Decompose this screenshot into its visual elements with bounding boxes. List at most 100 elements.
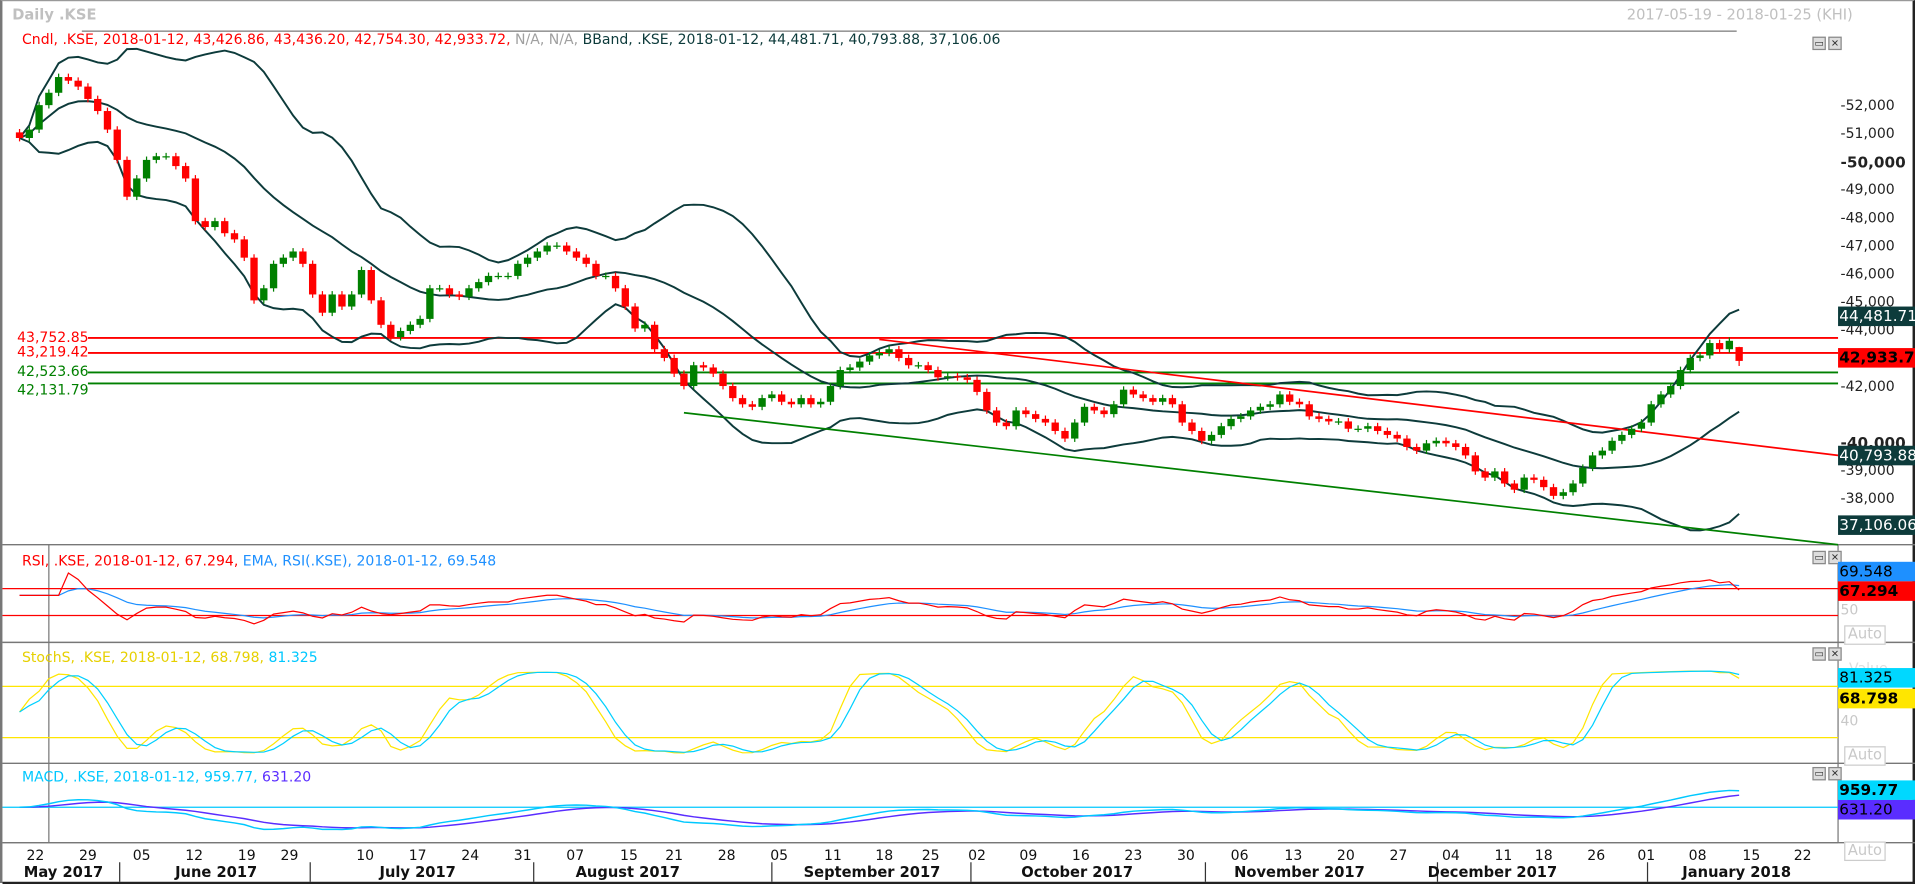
candle-body (904, 357, 913, 366)
candle-body (1559, 492, 1567, 496)
price-tick-label: -52,000 (1840, 96, 1895, 114)
price-tick-label: -51,000 (1840, 124, 1895, 142)
candle-body (475, 282, 483, 289)
candle-body (611, 275, 620, 289)
candle-body (1432, 440, 1440, 444)
candle-body (1510, 483, 1519, 490)
candle-body (15, 132, 24, 138)
candle-body (1149, 398, 1157, 402)
candle-body (504, 275, 512, 278)
stoch-legend-text: StochS, .KSE, 2018-01-12, 68.798, (21, 648, 265, 666)
candle-body (142, 159, 151, 179)
macd-signal-legend-text: 631.20 (262, 768, 312, 786)
price-tick-label: -38,000 (1840, 489, 1895, 507)
rsi-ema-value: 69.548 (1838, 561, 1915, 582)
candle-body (1422, 443, 1431, 451)
candle-body (1041, 418, 1050, 423)
price-tick-label: -50,000 (1840, 152, 1906, 171)
candle-body (680, 373, 688, 387)
candle-body (328, 294, 336, 313)
candle-body (1325, 418, 1333, 422)
candle-body (455, 294, 463, 297)
maximize-icon[interactable]: ▭ (1812, 550, 1826, 565)
candle-body (172, 156, 180, 167)
candle-body (1637, 422, 1646, 429)
day-tick-label: 04 (1441, 846, 1460, 864)
month-label: May 2017 (23, 863, 104, 881)
day-tick-label: 25 (921, 846, 940, 864)
candle-body (396, 330, 405, 338)
candle-body (1276, 394, 1284, 405)
macd-auto-button[interactable]: Auto (1844, 841, 1886, 862)
stoch-d-value: 68.798 (1838, 688, 1915, 709)
candle-body (221, 221, 229, 234)
candle-body (1618, 434, 1626, 441)
candle-body (670, 357, 678, 374)
candle-body (299, 251, 307, 264)
day-tick-label: 24 (461, 846, 480, 864)
candle-body (1608, 440, 1616, 451)
candle-body (650, 324, 659, 350)
candle-body (357, 270, 366, 295)
candle-body (1266, 404, 1274, 407)
maximize-icon[interactable]: ▭ (1812, 647, 1826, 661)
candle-body (133, 178, 141, 197)
candle-body (514, 263, 522, 276)
candle-body (1227, 418, 1235, 427)
candle-body (1442, 440, 1450, 444)
macd-signal-value: 631.20 (1838, 799, 1915, 820)
candle-body (719, 373, 727, 387)
candle-body (553, 245, 561, 247)
candle-body (1090, 406, 1098, 411)
candle-body (934, 370, 942, 378)
bollinger-upper-band (18, 47, 1740, 434)
candle-body (1217, 426, 1225, 435)
candle-body (1207, 434, 1216, 441)
candle-body (338, 294, 346, 307)
bollinger-lower-band (19, 137, 1740, 532)
close-icon[interactable]: ✕ (1828, 766, 1842, 781)
candle-body (1100, 410, 1108, 415)
candle-body (660, 349, 669, 358)
candle-body (924, 365, 932, 371)
candle-body (1696, 355, 1704, 358)
candle-body (1481, 471, 1489, 478)
level-label: 42,523.66 (17, 362, 89, 380)
candle-body (1588, 455, 1597, 468)
candle-body (992, 410, 1001, 423)
day-tick-label: 02 (968, 846, 986, 864)
candle-body (406, 324, 415, 331)
candle-body (768, 394, 776, 399)
candle-body (1540, 479, 1548, 488)
candle-body (211, 221, 219, 228)
close-icon[interactable]: ✕ (1828, 647, 1842, 661)
candle-body (367, 270, 375, 301)
candle-body (709, 367, 717, 374)
day-tick-label: 28 (717, 846, 736, 864)
candle-body (1198, 430, 1206, 441)
candle-body (1647, 404, 1655, 423)
level-label: 42,131.79 (17, 381, 89, 399)
candle-body (1520, 477, 1528, 490)
stoch-auto-button[interactable]: Auto (1844, 746, 1886, 766)
candle-body (1354, 428, 1362, 430)
candle-body (1403, 438, 1411, 447)
macd-legend: MACD, .KSE, 2018-01-12, 959.77, 631.20 (22, 768, 311, 785)
rsi-auto-button[interactable]: Auto (1844, 625, 1886, 645)
price-tick-label: -48,000 (1840, 208, 1895, 226)
candle-body (895, 349, 903, 358)
day-tick-label: 07 (566, 846, 585, 864)
day-tick-label: 29 (78, 846, 97, 864)
candle-body (1579, 467, 1587, 484)
maximize-icon[interactable]: ▭ (1812, 766, 1826, 781)
candle-body (25, 129, 33, 138)
candle-body (1706, 343, 1714, 356)
candle-body (1676, 370, 1685, 387)
candle-body (1461, 446, 1470, 456)
rsi-legend-text: RSI, .KSE, 2018-01-12, 67.294, (21, 552, 239, 570)
candle-body (1315, 416, 1323, 419)
candle-body (1715, 343, 1724, 350)
candle-body (1667, 386, 1675, 395)
candle-body (1530, 477, 1538, 480)
candle-body (484, 275, 493, 283)
